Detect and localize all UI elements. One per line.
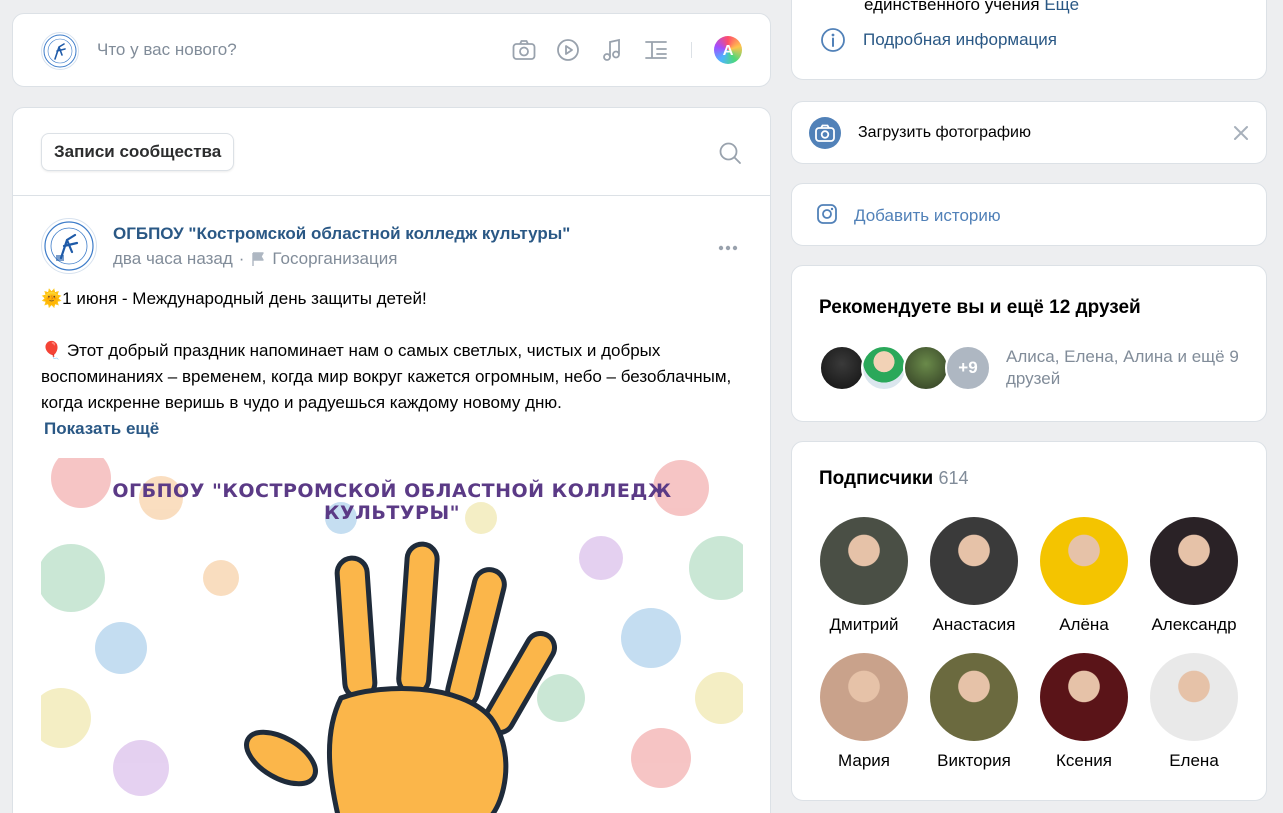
friend-avatar[interactable] [819,345,865,391]
post-image[interactable]: ОГБПОУ "КОСТРОМСКОЙ ОБЛАСТНОЙ КОЛЛЕДЖ КУ… [41,458,743,813]
post-author-name[interactable]: ОГБПОУ "Костромской областной колледж ку… [113,224,570,244]
subscriber-name[interactable]: Дмитрий [830,615,899,635]
details-link[interactable]: Подробная информация [863,30,1057,50]
subscriber-name[interactable]: Алёна [1059,615,1109,635]
post-author-avatar[interactable] [41,218,97,274]
meta-separator: · [238,249,245,268]
toolbar-divider [691,42,692,58]
upload-photo-label[interactable]: Загрузить фотографию [858,124,1031,142]
details-row[interactable]: Подробная информация [820,27,1057,53]
post-line-2: Этот добрый праздник напоминает нам о са… [41,341,732,412]
recommend-card: Рекомендуете вы и ещё 12 друзей +9 Алиса… [791,265,1267,422]
subscriber-item[interactable]: Дмитрий [809,517,919,635]
friend-avatar[interactable] [861,345,907,391]
feed-header: Записи сообщества [13,108,770,196]
subscriber-avatar[interactable] [1150,653,1238,741]
post-text: 🌞1 июня - Международный день защиты дете… [41,286,741,442]
subscriber-item[interactable]: Мария [809,653,919,771]
subscriber-item[interactable]: Виктория [919,653,1029,771]
info-fragment-text: единственного учения [864,0,1040,14]
post-category: Госорганизация [272,249,398,268]
subscriber-name[interactable]: Мария [838,751,890,771]
camera-icon[interactable] [511,37,537,63]
subscriber-item[interactable]: Александр [1139,517,1249,635]
more-friends-badge[interactable]: +9 [945,345,991,391]
author-switch-icon[interactable]: A [714,36,742,64]
info-icon [820,27,846,53]
subscriber-avatar[interactable] [1150,517,1238,605]
subscriber-name[interactable]: Виктория [937,751,1011,771]
composer-input[interactable]: Что у вас нового? [97,40,237,60]
subscriber-item[interactable]: Алёна [1029,517,1139,635]
flag-icon [250,251,266,267]
sun-emoji: 🌞 [41,289,63,308]
music-icon[interactable] [599,37,625,63]
subscriber-name[interactable]: Анастасия [933,615,1016,635]
recommend-title: Рекомендуете вы и ещё 12 друзей [819,297,1141,318]
subscriber-avatar[interactable] [930,653,1018,741]
balloon-emoji: 🎈 [41,341,63,360]
community-info-card: единственного учения Ещё Подробная инфор… [791,0,1267,80]
subscriber-item[interactable]: Елена [1139,653,1249,771]
subscriber-item[interactable]: Анастасия [919,517,1029,635]
add-story-card[interactable]: Добавить историю [791,183,1267,246]
show-more-link[interactable]: Показать ещё [44,419,159,438]
post-line-1: 1 июня - Международный день защиты детей… [62,289,427,308]
info-more-link[interactable]: Ещё [1044,0,1079,14]
upload-photo-card: Загрузить фотографию [791,101,1267,164]
community-feed: Записи сообщества ОГБПОУ "Костромской об… [12,107,771,813]
instagram-icon [816,203,838,225]
subscribers-header[interactable]: Подписчики 614 [819,468,969,490]
add-story-link[interactable]: Добавить историю [854,206,1001,226]
subscribers-count: 614 [938,468,969,488]
subscriber-name[interactable]: Александр [1151,615,1236,635]
subscriber-avatar[interactable] [1040,653,1128,741]
video-icon[interactable] [555,37,581,63]
subscribers-title: Подписчики [819,468,934,489]
search-icon[interactable] [718,141,742,165]
subscriber-item[interactable]: Ксения [1029,653,1139,771]
post-meta: два часа назад · Госорганизация [113,249,397,269]
friend-avatar[interactable] [903,345,949,391]
info-fragment: единственного учения Ещё [864,0,1079,15]
upload-camera-icon[interactable] [809,117,841,149]
subscriber-avatar[interactable] [820,653,908,741]
close-icon[interactable] [1232,124,1250,142]
image-caption: ОГБПОУ "КОСТРОМСКОЙ ОБЛАСТНОЙ КОЛЛЕДЖ КУ… [112,480,672,524]
post-composer: Что у вас нового? A [12,13,771,87]
post-time[interactable]: два часа назад [113,249,233,269]
subscribers-card: Подписчики 614 Дмитрий Анастасия Алёна Алек… [791,441,1267,801]
article-icon[interactable] [643,37,669,63]
subscribers-grid: Дмитрий Анастасия Алёна Александр Мария Викто… [809,517,1249,771]
subscriber-avatar[interactable] [930,517,1018,605]
subscriber-name[interactable]: Елена [1169,751,1219,771]
community-avatar[interactable] [41,32,79,70]
subscriber-name[interactable]: Ксения [1056,751,1112,771]
subscriber-avatar[interactable] [1040,517,1128,605]
recommend-names: Алиса, Елена, Алина и ещё 9 друзей [1006,347,1239,388]
tab-community-posts[interactable]: Записи сообщества [41,133,235,171]
subscriber-avatar[interactable] [820,517,908,605]
more-options-icon[interactable] [716,236,740,260]
friends-avatars[interactable]: +9 [819,345,991,391]
